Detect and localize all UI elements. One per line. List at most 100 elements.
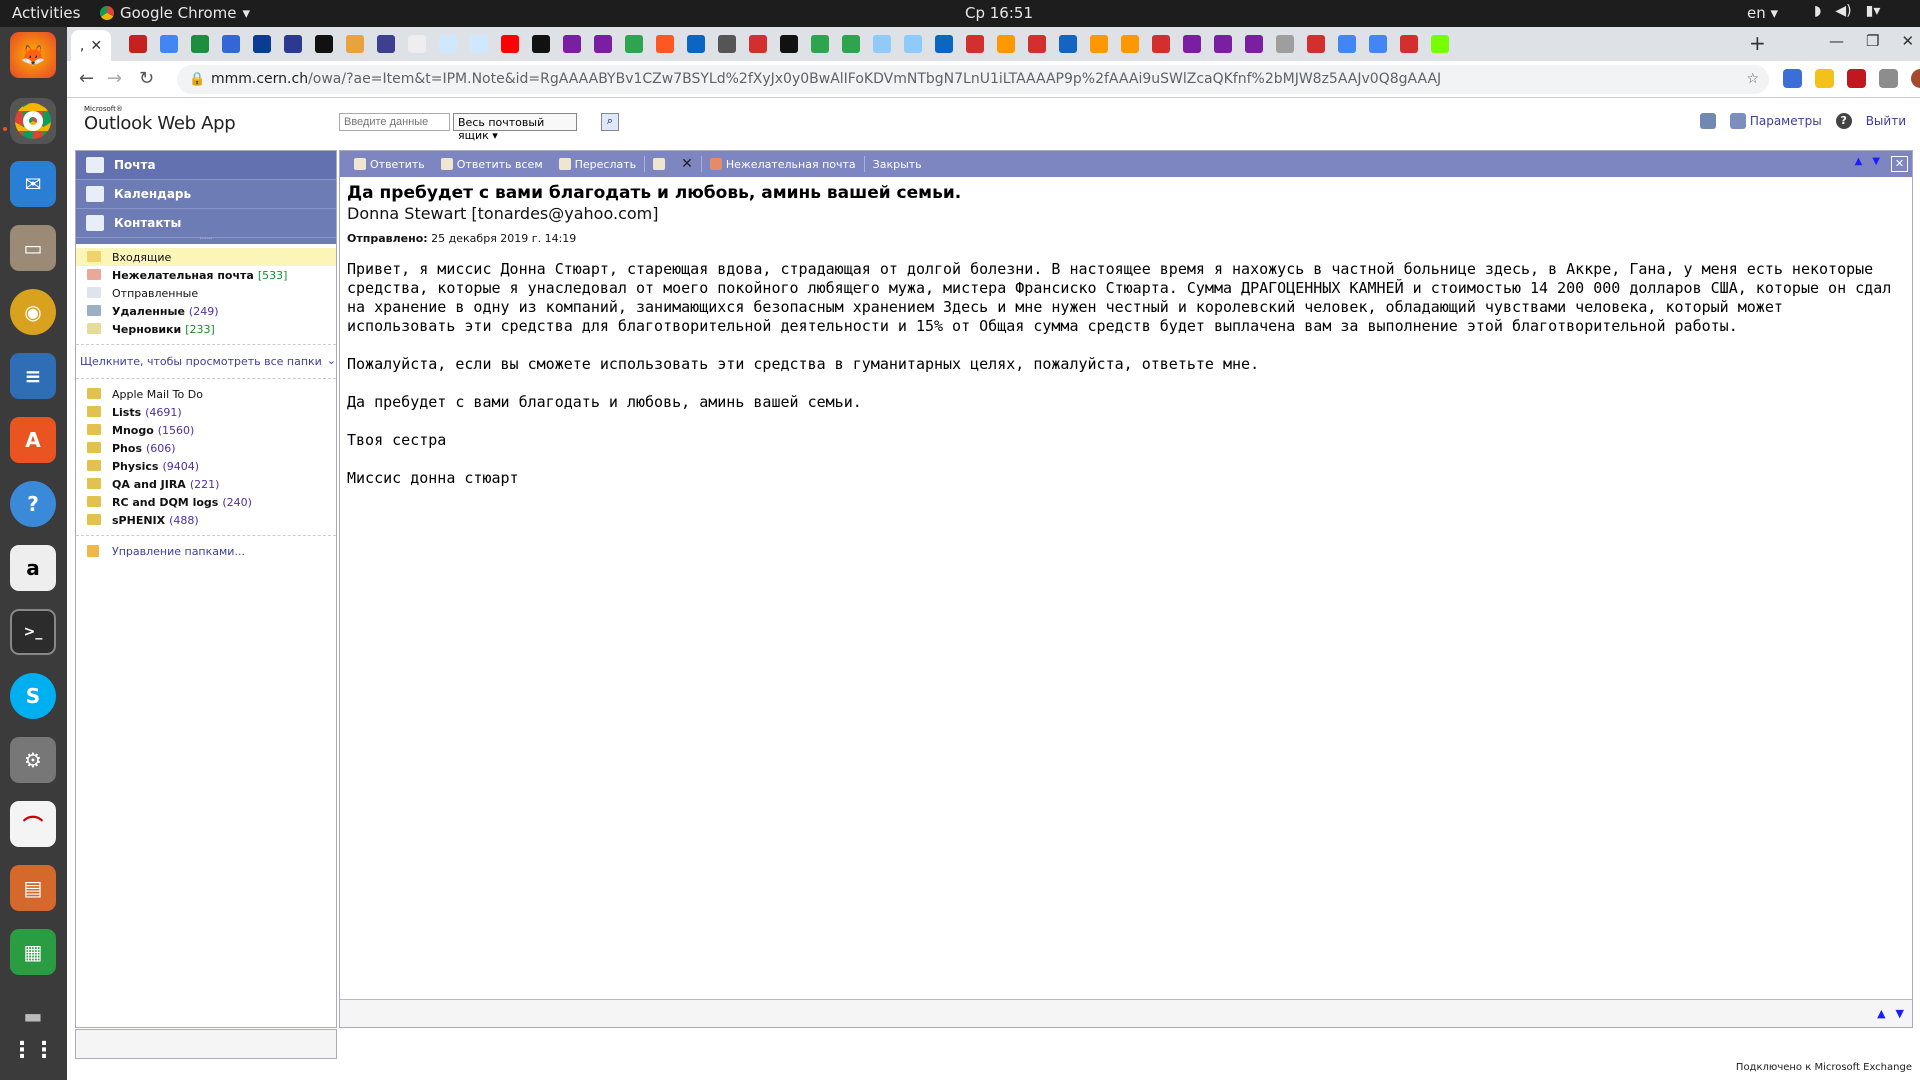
nav-mail[interactable]: Почта xyxy=(76,151,336,180)
files-icon[interactable]: ▭ xyxy=(10,225,56,271)
skype-icon[interactable]: S xyxy=(10,673,56,719)
close-tab-icon[interactable]: ✕ xyxy=(90,38,102,54)
pdf-viewer-icon[interactable]: ⌒ xyxy=(10,801,56,847)
tab-favicon-icon[interactable] xyxy=(687,35,705,53)
tab-favicon-icon[interactable] xyxy=(532,35,550,53)
tab-favicon-icon[interactable] xyxy=(656,35,674,53)
options-link[interactable]: Параметры xyxy=(1729,113,1822,129)
previous-item-icon[interactable]: ▲ xyxy=(1877,1007,1885,1020)
tab-favicon-icon[interactable] xyxy=(1183,35,1201,53)
firefox-icon[interactable]: 🦊 xyxy=(10,32,56,78)
tab-favicon-icon[interactable] xyxy=(718,35,736,53)
tab-favicon-icon[interactable] xyxy=(873,35,891,53)
delete-button[interactable]: ✕ xyxy=(673,154,701,174)
avatar[interactable] xyxy=(1911,69,1920,88)
tab-favicon-icon[interactable] xyxy=(284,35,302,53)
folder-apple-mail-todo[interactable]: Apple Mail To Do xyxy=(76,385,336,403)
close-icon[interactable]: ✕ xyxy=(1891,156,1908,172)
back-icon[interactable]: ← xyxy=(79,68,94,89)
tab-favicon-icon[interactable] xyxy=(1090,35,1108,53)
tab-favicon-icon[interactable] xyxy=(253,35,271,53)
terminal-icon[interactable]: >_ xyxy=(10,609,56,655)
system-tray[interactable]: ◗ ◀) ▮▾ xyxy=(1814,3,1880,19)
writer-icon[interactable]: ≡ xyxy=(10,353,56,399)
tab-favicon-icon[interactable] xyxy=(966,35,984,53)
tab-favicon-icon[interactable] xyxy=(811,35,829,53)
folder-lists[interactable]: Lists (4691) xyxy=(76,403,336,421)
logout-link[interactable]: Выйти xyxy=(1866,114,1906,128)
folder-mnogo[interactable]: Mnogo (1560) xyxy=(76,421,336,439)
extension-icon[interactable] xyxy=(1879,69,1898,88)
tab-favicon-icon[interactable] xyxy=(1307,35,1325,53)
forward-button[interactable]: Переслать xyxy=(551,154,645,174)
tab-favicon-icon[interactable] xyxy=(1369,35,1387,53)
search-input[interactable] xyxy=(339,113,450,131)
tab-favicon-icon[interactable] xyxy=(563,35,581,53)
tab-favicon-icon[interactable] xyxy=(470,35,488,53)
message-sender[interactable]: Donna Stewart [tonardes@yahoo.com] xyxy=(340,203,1912,223)
move-button[interactable] xyxy=(645,154,673,174)
ublock-icon[interactable] xyxy=(1847,69,1866,88)
extension-icon[interactable] xyxy=(1783,69,1802,88)
rhythmbox-icon[interactable]: ◉ xyxy=(10,289,56,335)
forward-icon[interactable]: → xyxy=(107,68,122,89)
reply-button[interactable]: Ответить xyxy=(346,154,433,174)
close-message-button[interactable]: Закрыть xyxy=(865,154,930,174)
amazon-icon[interactable]: a xyxy=(10,545,56,591)
tab-favicon-icon[interactable] xyxy=(625,35,643,53)
tab-favicon-icon[interactable] xyxy=(315,35,333,53)
impress-icon[interactable]: ▤ xyxy=(10,865,56,911)
clock[interactable]: Ср 16:51 xyxy=(965,4,1033,22)
folder-inbox[interactable]: Входящие xyxy=(76,248,336,266)
language-indicator[interactable]: en ▾ xyxy=(1747,4,1778,22)
tab-favicon-icon[interactable] xyxy=(749,35,767,53)
search-scope-select[interactable]: Весь почтовый ящик ▾ xyxy=(453,113,577,142)
bookmark-star-icon[interactable]: ☆ xyxy=(1746,65,1759,94)
folder-junk[interactable]: Нежелательная почта [533] xyxy=(76,266,336,284)
tab-favicon-icon[interactable] xyxy=(1338,35,1356,53)
junk-button[interactable]: Нежелательная почта xyxy=(702,154,864,174)
tab-favicon-icon[interactable] xyxy=(501,35,519,53)
folder-sent[interactable]: Отправленные xyxy=(76,284,336,302)
tab-favicon-icon[interactable] xyxy=(1400,35,1418,53)
tab-favicon-icon[interactable] xyxy=(935,35,953,53)
tab-favicon-icon[interactable] xyxy=(222,35,240,53)
activities-button[interactable]: Activities xyxy=(12,4,80,22)
tab-favicon-icon[interactable] xyxy=(346,35,364,53)
thunderbird-icon[interactable]: ✉ xyxy=(10,161,56,207)
manage-folders-link[interactable]: Управление папками... xyxy=(76,542,336,560)
tab-favicon-icon[interactable] xyxy=(439,35,457,53)
tab-favicon-icon[interactable] xyxy=(1152,35,1170,53)
active-tab[interactable]: , ✕ xyxy=(71,30,111,61)
software-center-icon[interactable]: A xyxy=(10,417,56,463)
tab-favicon-icon[interactable] xyxy=(1431,35,1449,53)
app-menu[interactable]: Google Chrome ▾ xyxy=(100,4,250,22)
nav-calendar[interactable]: Календарь xyxy=(76,180,336,209)
folder-sphenix[interactable]: sPHENIX (488) xyxy=(76,511,336,529)
tab-favicon-icon[interactable] xyxy=(1214,35,1232,53)
tab-favicon-icon[interactable] xyxy=(1121,35,1139,53)
settings-icon[interactable]: ⚙ xyxy=(10,737,56,783)
chrome-icon[interactable] xyxy=(10,98,56,144)
folder-rc-dqm-logs[interactable]: RC and DQM logs (240) xyxy=(76,493,336,511)
folder-qa-jira[interactable]: QA and JIRA (221) xyxy=(76,475,336,493)
help-icon[interactable]: ? xyxy=(10,481,56,527)
tab-favicon-icon[interactable] xyxy=(191,35,209,53)
address-book-icon[interactable] xyxy=(1699,113,1716,129)
help-icon[interactable]: ? xyxy=(1835,113,1852,129)
tab-favicon-icon[interactable] xyxy=(842,35,860,53)
tab-favicon-icon[interactable] xyxy=(1245,35,1263,53)
tab-favicon-icon[interactable] xyxy=(1276,35,1294,53)
next-item-icon[interactable]: ▼ xyxy=(1896,1007,1904,1020)
tab-favicon-icon[interactable] xyxy=(160,35,178,53)
search-button[interactable]: ⌕ xyxy=(601,113,619,131)
folder-deleted[interactable]: Удаленные (249) xyxy=(76,302,336,320)
tab-favicon-icon[interactable] xyxy=(377,35,395,53)
tab-favicon-icon[interactable] xyxy=(1059,35,1077,53)
extension-icon[interactable] xyxy=(1815,69,1834,88)
reply-all-button[interactable]: Ответить всем xyxy=(433,154,551,174)
address-bar[interactable]: 🔒 mmm.cern.ch/owa/?ae=Item&t=IPM.Note&id… xyxy=(177,65,1769,94)
folder-physics[interactable]: Physics (9404) xyxy=(76,457,336,475)
folder-drafts[interactable]: Черновики [233] xyxy=(76,320,336,338)
show-all-folders-link[interactable]: Щелкните, чтобы просмотреть все папки ⌄ xyxy=(76,351,336,372)
